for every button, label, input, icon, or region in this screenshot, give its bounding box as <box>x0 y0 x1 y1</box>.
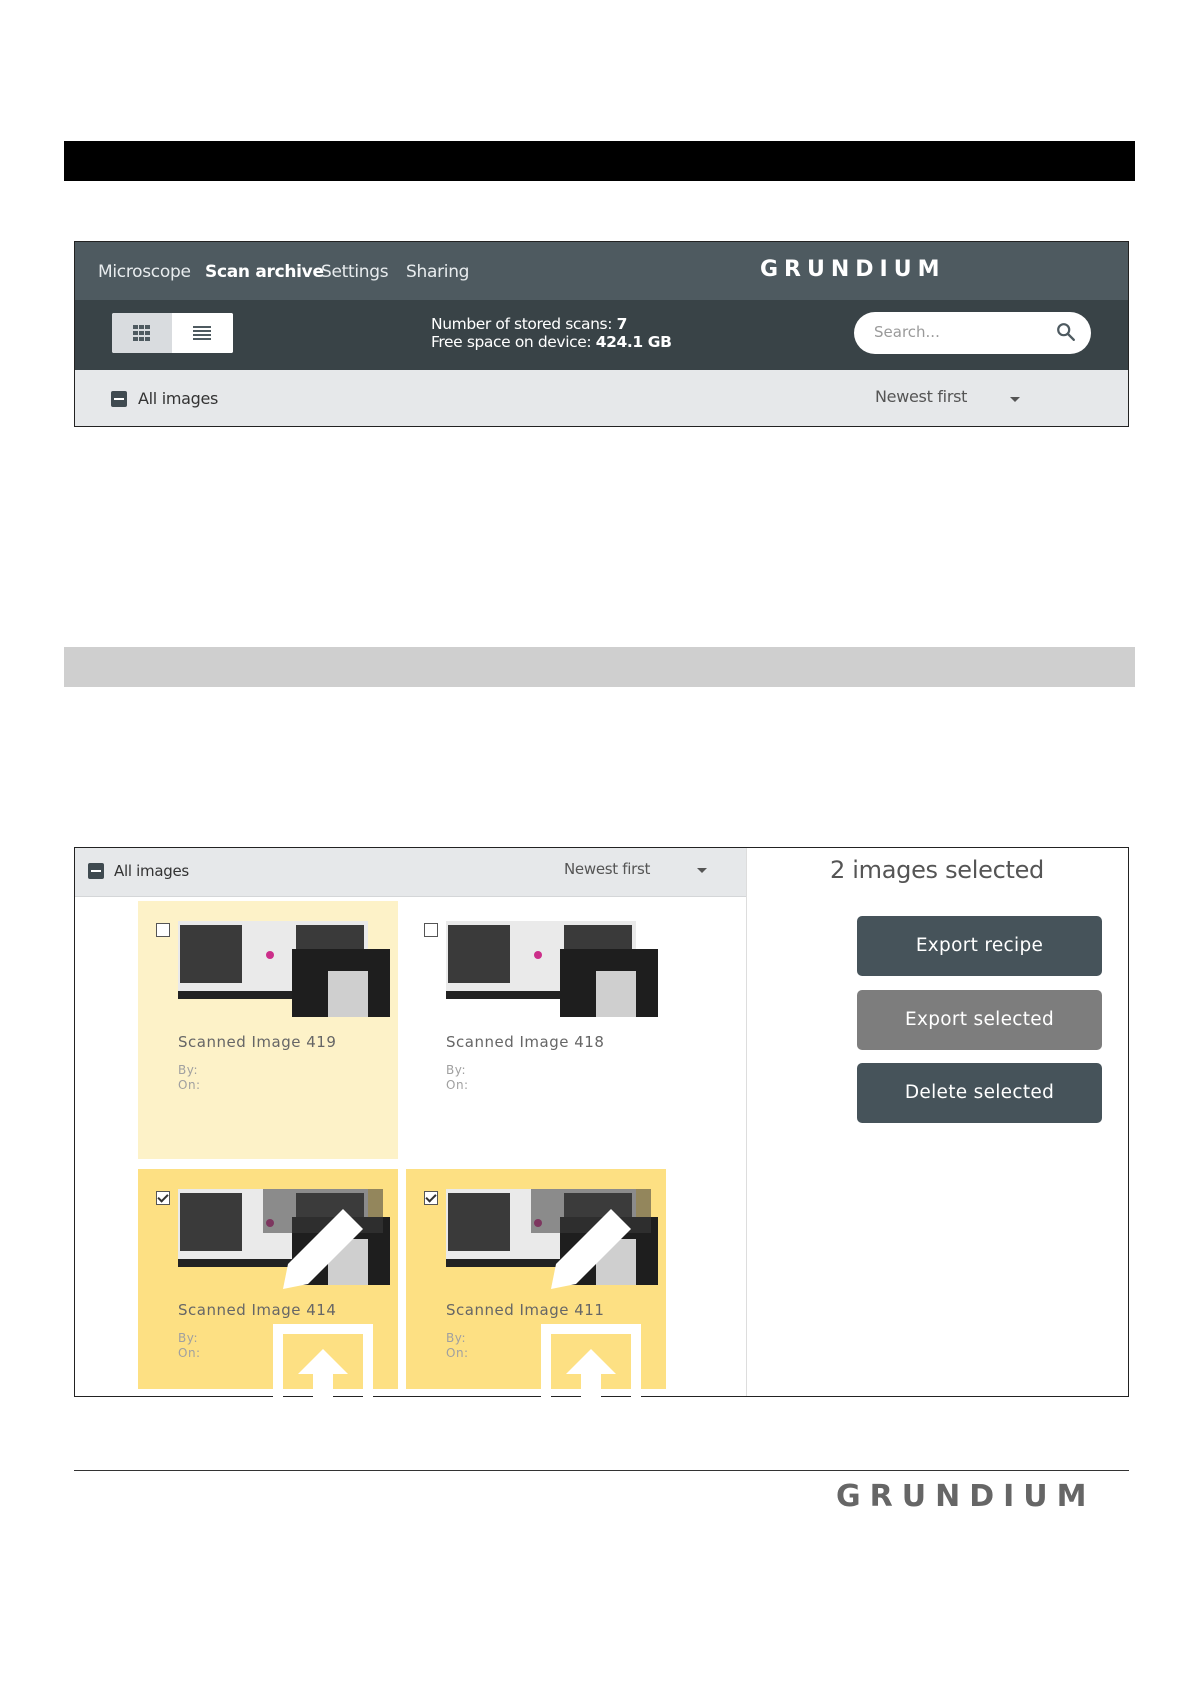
export-recipe-button[interactable]: Export recipe <box>857 916 1102 976</box>
card-meta: By: On: <box>178 1063 201 1093</box>
nav-scan-archive[interactable]: Scan archive <box>205 262 324 282</box>
nav-sharing[interactable]: Sharing <box>406 262 469 282</box>
filter-bar: All images Newest first <box>75 370 1128 426</box>
nav-settings[interactable]: Settings <box>321 262 389 282</box>
card-on: On: <box>446 1078 469 1092</box>
image-card-selected[interactable]: Scanned Image 414 By: On: <box>138 1169 398 1544</box>
chevron-down-icon[interactable] <box>697 868 707 873</box>
image-card-selected[interactable]: Scanned Image 411 By: On: <box>406 1169 666 1544</box>
export-selected-button[interactable]: Export selected <box>857 990 1102 1050</box>
card-by: By: <box>446 1063 467 1077</box>
card-action-bar <box>531 1189 651 1544</box>
card-on: On: <box>178 1346 201 1360</box>
all-images-label: All images <box>138 389 219 408</box>
card-checkbox-checked[interactable] <box>156 1191 170 1205</box>
sort-dropdown[interactable]: Newest first <box>564 860 650 878</box>
all-images-label: All images <box>114 862 189 880</box>
export-icon[interactable] <box>531 1314 651 1434</box>
card-meta: By: On: <box>446 1063 469 1093</box>
card-meta: By: On: <box>446 1331 469 1361</box>
list-view-button[interactable] <box>172 313 233 353</box>
grid-icon <box>133 325 151 341</box>
section-header-bar-dark <box>64 141 1135 181</box>
free-space-value: 424.1 GB <box>595 333 672 351</box>
slide-thumbnail <box>178 921 390 1017</box>
selected-count: 2 images selected <box>830 856 1044 884</box>
card-on: On: <box>178 1078 201 1092</box>
search-icon[interactable] <box>1055 321 1077 343</box>
slide-thumbnail <box>446 921 658 1017</box>
footer-divider <box>74 1470 1129 1471</box>
search-input[interactable] <box>874 323 1044 341</box>
image-grid-panel: All images Newest first Scanned Image 41… <box>75 848 747 1544</box>
stored-scans-label: Number of stored scans: <box>431 315 613 333</box>
grid-view-button[interactable] <box>112 313 172 353</box>
image-card[interactable]: Scanned Image 419 By: On: <box>138 901 398 1159</box>
free-space-label: Free space on device: <box>431 333 592 351</box>
search-box <box>854 312 1091 354</box>
edit-icon[interactable] <box>263 1189 383 1309</box>
card-title: Scanned Image 411 <box>446 1301 605 1319</box>
card-checkbox[interactable] <box>156 923 170 937</box>
trash-icon[interactable] <box>531 1439 651 1559</box>
selection-panel: 2 images selected Export recipe Export s… <box>747 848 1127 1396</box>
delete-selected-button[interactable]: Delete selected <box>857 1063 1102 1123</box>
card-title: Scanned Image 419 <box>178 1033 337 1051</box>
trash-icon[interactable] <box>263 1439 383 1559</box>
card-action-bar <box>263 1189 383 1544</box>
select-all-checkbox[interactable] <box>111 391 127 407</box>
storage-stats: Number of stored scans: 7 Free space on … <box>431 315 672 351</box>
stored-scans-value: 7 <box>616 315 628 333</box>
chevron-down-icon[interactable] <box>1010 397 1020 402</box>
card-by: By: <box>446 1331 467 1345</box>
card-by: By: <box>178 1331 199 1345</box>
scan-archive-screenshot-top: Microscope Scan archive Settings Sharing… <box>74 241 1129 427</box>
archive-toolbar: Number of stored scans: 7 Free space on … <box>75 300 1128 370</box>
card-title: Scanned Image 418 <box>446 1033 605 1051</box>
card-checkbox[interactable] <box>424 923 438 937</box>
card-checkbox-checked[interactable] <box>424 1191 438 1205</box>
card-by: By: <box>178 1063 199 1077</box>
select-all-checkbox[interactable] <box>88 863 104 879</box>
export-icon[interactable] <box>263 1314 383 1434</box>
sort-dropdown[interactable]: Newest first <box>875 387 967 406</box>
section-header-bar-light <box>64 647 1135 687</box>
card-title: Scanned Image 414 <box>178 1301 337 1319</box>
filter-bar: All images Newest first <box>75 848 746 897</box>
grundium-logo: GRUNDIUM <box>760 257 946 282</box>
footer-grundium-logo: GRUNDIUM <box>836 1479 1096 1514</box>
edit-icon[interactable] <box>531 1189 651 1309</box>
scan-archive-screenshot-selection: All images Newest first Scanned Image 41… <box>74 847 1129 1544</box>
image-card[interactable]: Scanned Image 418 By: On: <box>406 901 666 1159</box>
nav-microscope[interactable]: Microscope <box>98 262 191 282</box>
list-icon <box>193 326 211 340</box>
view-toggle <box>112 313 233 353</box>
card-on: On: <box>446 1346 469 1360</box>
card-meta: By: On: <box>178 1331 201 1361</box>
top-navigation: Microscope Scan archive Settings Sharing… <box>75 242 1128 300</box>
